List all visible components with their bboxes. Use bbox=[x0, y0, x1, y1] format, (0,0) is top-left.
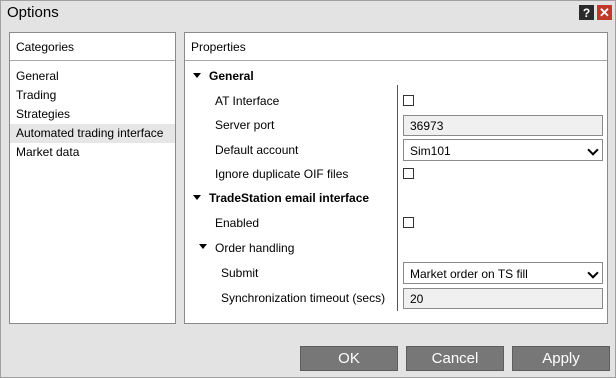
section-general-label: General bbox=[209, 69, 254, 83]
submit-select[interactable]: Market order on TS fill bbox=[403, 262, 603, 284]
at-interface-label: AT Interface bbox=[215, 94, 280, 108]
sync-timeout-input[interactable]: 20 bbox=[403, 288, 603, 309]
section-general[interactable]: General bbox=[185, 65, 605, 87]
ok-button[interactable]: OK bbox=[300, 346, 398, 371]
category-item-trading[interactable]: Trading bbox=[10, 86, 175, 105]
categories-header: Categories bbox=[10, 33, 175, 61]
row-submit: Submit Market order on TS fill bbox=[185, 261, 605, 285]
help-button[interactable]: ? bbox=[579, 5, 594, 20]
cancel-button[interactable]: Cancel bbox=[406, 346, 504, 371]
window-title: Options bbox=[7, 4, 59, 21]
section-tradestation[interactable]: TradeStation email interface bbox=[185, 187, 605, 209]
caret-down-icon[interactable] bbox=[193, 195, 201, 200]
row-server-port: Server port 36973 bbox=[185, 113, 605, 137]
submit-value: Market order on TS fill bbox=[410, 267, 528, 281]
category-item-strategies[interactable]: Strategies bbox=[10, 105, 175, 124]
default-account-label: Default account bbox=[215, 143, 299, 157]
help-icon: ? bbox=[582, 5, 591, 20]
row-enabled: Enabled bbox=[185, 211, 605, 235]
row-default-account: Default account Sim101 bbox=[185, 138, 605, 162]
categories-panel: Categories General Trading Strategies Au… bbox=[9, 32, 176, 324]
title-bar: Options ? ✕ bbox=[1, 1, 615, 25]
chevron-down-icon bbox=[587, 144, 599, 156]
category-item-automated-trading-interface[interactable]: Automated trading interface bbox=[10, 124, 175, 143]
apply-button[interactable]: Apply bbox=[512, 346, 610, 371]
properties-header: Properties bbox=[185, 33, 607, 61]
properties-grid: General AT Interface Server port 36973 D… bbox=[185, 61, 607, 323]
row-ignore-duplicate: Ignore duplicate OIF files bbox=[185, 162, 605, 186]
caret-down-icon[interactable] bbox=[193, 73, 201, 78]
ignore-duplicate-label: Ignore duplicate OIF files bbox=[215, 167, 349, 181]
default-account-value: Sim101 bbox=[410, 144, 451, 158]
enabled-label: Enabled bbox=[215, 216, 260, 230]
chevron-down-icon bbox=[587, 267, 599, 279]
order-handling-label: Order handling bbox=[215, 241, 295, 255]
row-order-handling[interactable]: Order handling bbox=[185, 236, 605, 260]
server-port-label: Server port bbox=[215, 118, 275, 132]
close-button[interactable]: ✕ bbox=[597, 5, 612, 20]
row-at-interface: AT Interface bbox=[185, 89, 605, 113]
submit-label: Submit bbox=[221, 266, 259, 280]
categories-list: General Trading Strategies Automated tra… bbox=[10, 61, 175, 162]
category-item-market-data[interactable]: Market data bbox=[10, 143, 175, 162]
section-tradestation-label: TradeStation email interface bbox=[209, 191, 370, 205]
row-sync-timeout: Synchronization timeout (secs) 20 bbox=[185, 286, 605, 310]
category-item-general[interactable]: General bbox=[10, 67, 175, 86]
at-interface-checkbox[interactable] bbox=[403, 95, 414, 106]
close-icon: ✕ bbox=[599, 4, 610, 20]
enabled-checkbox[interactable] bbox=[403, 217, 414, 228]
server-port-input[interactable]: 36973 bbox=[403, 115, 603, 136]
options-window: Options ? ✕ Categories General Trading S… bbox=[0, 0, 616, 378]
sync-timeout-label: Synchronization timeout (secs) bbox=[221, 291, 386, 305]
caret-down-icon[interactable] bbox=[199, 244, 207, 249]
default-account-select[interactable]: Sim101 bbox=[403, 139, 603, 161]
properties-panel: Properties General AT Interface Server p… bbox=[184, 32, 608, 324]
ignore-duplicate-checkbox[interactable] bbox=[403, 168, 414, 179]
